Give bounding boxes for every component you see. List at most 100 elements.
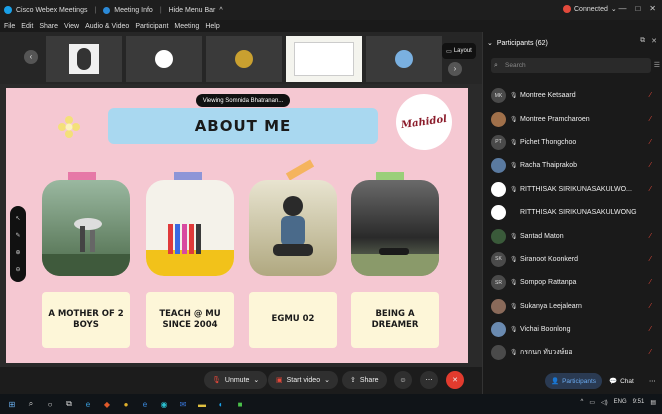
participant-row[interactable]: 🎙 RITTHISAK SIRIKUNASAKULWO... ⁄ [483, 178, 662, 201]
participant-row[interactable]: SR 🎙 Sompop Rattanpa ⁄ [483, 271, 662, 294]
prev-videos-button[interactable]: ‹ [24, 50, 38, 64]
zoom-in-icon[interactable]: ⊕ [15, 249, 20, 256]
muted-icon[interactable]: ⁄ [650, 162, 651, 169]
participant-row[interactable]: 🎙 Montree Pramcharoen ⁄ [483, 107, 662, 130]
close-panel-icon[interactable]: ✕ [651, 37, 657, 45]
menu-participant[interactable]: Participant [135, 23, 168, 30]
muted-icon[interactable]: ⁄ [650, 326, 651, 333]
participant-name: Racha Thaiprakob [520, 162, 578, 170]
annotation-toolbar: ↖ ✎ ⊕ ⊖ [10, 206, 26, 282]
network-icon[interactable]: ▭ [589, 399, 595, 406]
share-button[interactable]: ⇪ Share [342, 371, 387, 389]
pen-tool-icon[interactable]: ✎ [15, 232, 20, 239]
reactions-button[interactable]: ☺ [394, 371, 412, 389]
green-app-icon[interactable]: ■ [233, 397, 247, 411]
participants-title: Participants (62) [496, 39, 548, 47]
participant-search-input[interactable]: ⌕ Search [491, 58, 651, 73]
language-indicator[interactable]: ENG [614, 399, 627, 406]
mail-icon[interactable]: ✉ [176, 397, 190, 411]
more-panels-button[interactable]: ⋯ [643, 373, 662, 389]
popout-icon[interactable]: ⧉ [640, 37, 645, 45]
participant-avatar [235, 50, 253, 68]
volume-icon[interactable]: ◁) [601, 399, 608, 406]
zoom-out-icon[interactable]: ⊖ [15, 266, 20, 273]
participant-row[interactable]: SK 🎙 Siranoot Koonkerd ⁄ [483, 248, 662, 271]
close-button[interactable]: ✕ [649, 4, 656, 13]
content-stage: ABOUT ME Mahidol A MOTHER OF 2 BOYS TEAC… [0, 84, 482, 367]
muted-icon[interactable]: ⁄ [650, 92, 651, 99]
muted-icon[interactable]: ⁄ [650, 116, 651, 123]
more-options-button[interactable]: ⋯ [420, 371, 438, 389]
menu-help[interactable]: Help [205, 23, 219, 30]
participant-avatar [155, 50, 173, 68]
tray-expand-icon[interactable]: ^ [581, 399, 584, 406]
pointer-tool-icon[interactable]: ↖ [15, 215, 20, 222]
windows-start-icon[interactable]: ⊞ [5, 397, 19, 411]
video-thumbnail[interactable] [46, 36, 122, 82]
participant-name: RITTHISAK SIRIKUNASAKULWONG [520, 209, 637, 217]
caption-card: EGMU 02 [249, 292, 337, 348]
participant-row[interactable]: 🎙 Racha Thaiprakob ⁄ [483, 154, 662, 177]
menu-view[interactable]: View [64, 23, 79, 30]
chrome-icon[interactable]: ● [119, 397, 133, 411]
app-icon[interactable]: ◉ [157, 397, 171, 411]
menu-share[interactable]: Share [39, 23, 58, 30]
explorer-icon[interactable]: ▬ [195, 397, 209, 411]
menu-audio-video[interactable]: Audio & Video [85, 23, 129, 30]
edge-icon[interactable]: e [81, 397, 95, 411]
avatar [491, 298, 506, 314]
video-thumbnail[interactable] [126, 36, 202, 82]
chat-tab[interactable]: 💬 Chat [603, 373, 640, 389]
participant-row[interactable]: 🎙 Santad Maton ⁄ [483, 224, 662, 247]
clock[interactable]: 9:51 [633, 399, 645, 406]
menu-file[interactable]: File [4, 23, 15, 30]
smiley-icon: ☺ [399, 376, 407, 384]
mic-status-icon: 🎙 [510, 186, 518, 193]
start-video-button[interactable]: ▣ Start video ⌄ [268, 371, 338, 389]
notifications-icon[interactable]: ▤ [650, 399, 656, 406]
participant-row[interactable]: 🎙 Sukanya Leejalearn ⁄ [483, 295, 662, 318]
meeting-info-button[interactable]: Meeting Info [114, 7, 153, 14]
close-icon: ✕ [452, 377, 458, 384]
chevron-down-icon: ⌄ [610, 6, 617, 13]
office-icon[interactable]: ◆ [100, 397, 114, 411]
muted-icon[interactable]: ⁄ [650, 186, 651, 193]
menu-meeting[interactable]: Meeting [174, 23, 199, 30]
muted-icon[interactable]: ⁄ [650, 279, 651, 286]
ie-icon[interactable]: e [138, 397, 152, 411]
layout-icon: ▭ [446, 48, 452, 55]
participant-name: กรกนก ทับวงษ์ยอ [520, 349, 573, 357]
video-thumbnail[interactable] [206, 36, 282, 82]
video-thumbnail[interactable] [366, 36, 442, 82]
layout-button[interactable]: ▭ Layout [442, 43, 476, 59]
next-videos-button[interactable]: › [448, 62, 462, 76]
connection-icon [563, 5, 571, 13]
participant-row[interactable]: 🎙 Vichai Boonlong ⁄ [483, 318, 662, 341]
participant-row[interactable]: MK 🎙 Montree Ketsaard ⁄ [483, 84, 662, 107]
menu-edit[interactable]: Edit [21, 23, 33, 30]
task-view-icon[interactable]: ⧉ [62, 397, 76, 411]
muted-icon[interactable]: ⁄ [650, 349, 651, 356]
connection-status[interactable]: Connected ⌄ [563, 5, 617, 13]
maximize-button[interactable]: □ [635, 4, 640, 13]
participant-row[interactable]: 🎙 กรกนก ทับวงษ์ยอ ⁄ [483, 341, 662, 364]
muted-icon[interactable]: ⁄ [650, 303, 651, 310]
cortana-icon[interactable]: ○ [43, 397, 57, 411]
hide-menu-bar-button[interactable]: Hide Menu Bar [169, 7, 216, 14]
sort-icon[interactable]: ☰ [654, 61, 660, 69]
participants-tab[interactable]: 👤 Participants [545, 373, 603, 389]
muted-icon[interactable]: ⁄ [650, 256, 651, 263]
participant-row[interactable]: PT 🎙 Pichet Thongchoo ⁄ [483, 131, 662, 154]
video-thumbnail[interactable] [286, 36, 362, 82]
unmute-button[interactable]: 🎙 Unmute ⌄ [204, 371, 268, 389]
webex-taskbar-icon[interactable]: ◐ [214, 397, 228, 411]
chevron-up-icon[interactable]: ^ [219, 7, 222, 14]
muted-icon[interactable]: ⁄ [650, 233, 651, 240]
tape-decoration [68, 172, 96, 180]
collapse-chevron-icon[interactable]: ⌄ [487, 39, 493, 47]
participant-row[interactable]: RITTHISAK SIRIKUNASAKULWONG [483, 201, 662, 224]
minimize-button[interactable]: — [618, 4, 626, 13]
search-icon[interactable]: ⌕ [24, 397, 38, 411]
muted-icon[interactable]: ⁄ [650, 139, 651, 146]
leave-meeting-button[interactable]: ✕ [446, 371, 464, 389]
